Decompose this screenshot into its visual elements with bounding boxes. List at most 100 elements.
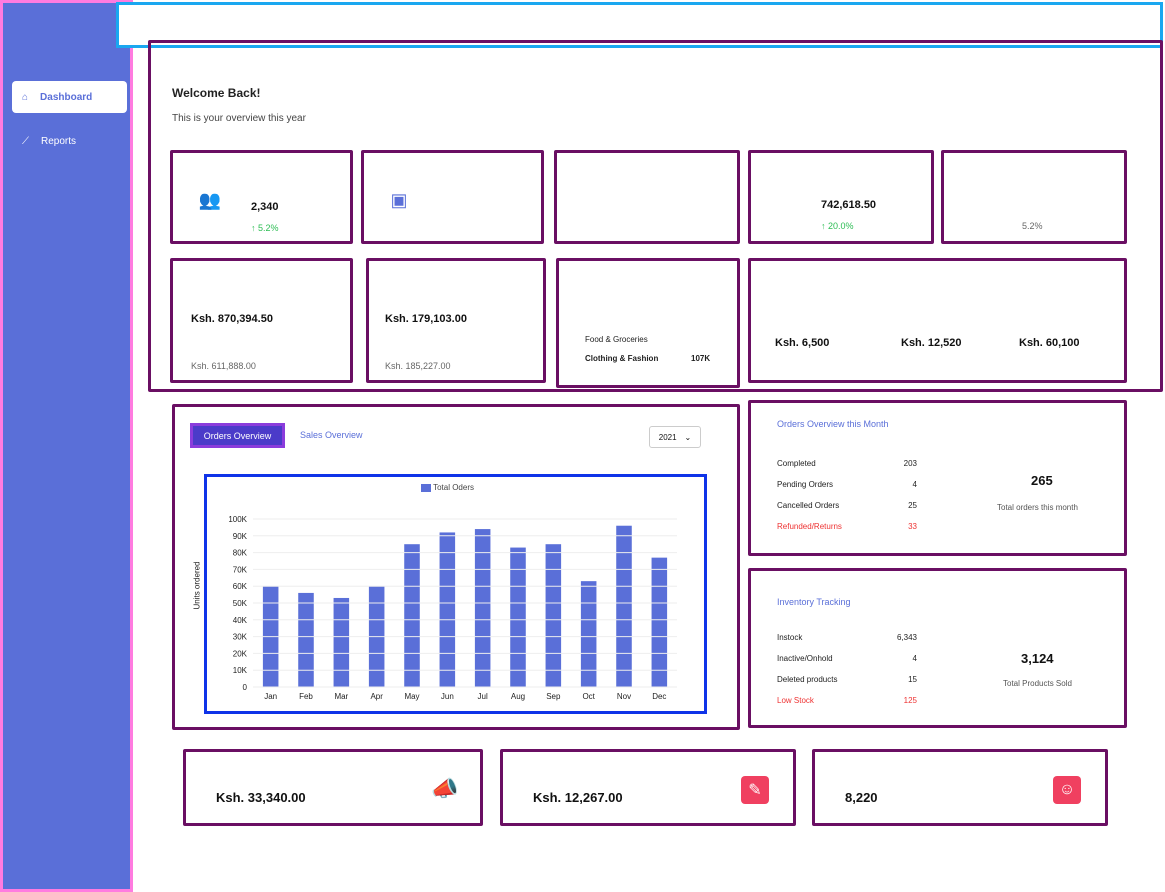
- page-title: Welcome Back!: [172, 86, 261, 100]
- bar-group: [262, 525, 668, 687]
- year-value: 2021: [658, 432, 677, 442]
- bar-feb[interactable]: [298, 592, 314, 687]
- inventory-total-value: 3,124: [1021, 651, 1054, 666]
- row-label: Deleted products: [777, 675, 838, 684]
- chevron-down-icon: ⌄: [684, 432, 692, 442]
- summary-card-5[interactable]: 5.2%: [941, 150, 1127, 244]
- bar-aug[interactable]: [510, 547, 526, 687]
- x-tick-label: Jun: [441, 692, 454, 701]
- footer-card-2[interactable]: Ksh. 12,267.00 ✎: [500, 749, 796, 826]
- orders-chart: 0 10K 20K 30K 40K 50K 60K 70K 80K 90K 100K Jan Feb Ma…: [193, 474, 707, 714]
- calendar-icon: ▣: [390, 189, 408, 210]
- tab-sales-overview[interactable]: Sales Overview: [300, 430, 363, 440]
- summary-value: 2,340: [251, 201, 279, 213]
- y-tick-label: 30K: [233, 633, 248, 642]
- bar-dec[interactable]: [651, 557, 668, 687]
- summary-card-4[interactable]: 742,618.50 ↑ 20.0%: [748, 150, 934, 244]
- kpi-value: Ksh. 870,394.50: [191, 313, 273, 325]
- bar-jun[interactable]: [439, 532, 456, 687]
- row-value: 4: [912, 480, 917, 489]
- orders-total-value: 265: [1031, 473, 1053, 488]
- x-tick-label: Mar: [334, 692, 348, 701]
- row-label: Refunded/Returns: [777, 522, 842, 531]
- y-tick-label: 100K: [228, 515, 247, 524]
- category-card[interactable]: Food & Groceries Clothing & Fashion 107K: [556, 258, 740, 388]
- sidebar-item-reports[interactable]: ⟋ Reports: [12, 125, 127, 157]
- chart-legend: Total Oders: [421, 483, 474, 492]
- row-label: Instock: [777, 633, 803, 642]
- row-label: Cancelled Orders: [777, 501, 840, 510]
- page-subtitle: This is your overview this year: [172, 113, 306, 124]
- y-tick-label: 80K: [233, 549, 248, 558]
- category-label: Clothing & Fashion: [585, 354, 659, 363]
- orders-month-list: Completed 203 Pending Orders 4 Cancelled O…: [777, 453, 917, 537]
- y-tick-label: 40K: [233, 616, 248, 625]
- price-value-2: Ksh. 12,520: [901, 337, 962, 349]
- row-label: Completed: [777, 459, 816, 468]
- kpi-card-2[interactable]: Ksh. 179,103.00 Ksh. 185,227.00: [366, 258, 546, 383]
- home-icon: ⌂: [22, 91, 29, 103]
- footer-card-1[interactable]: Ksh. 33,340.00 📣: [183, 749, 483, 826]
- bar-nov[interactable]: [616, 525, 632, 687]
- kpi-subvalue: Ksh. 185,227.00: [385, 361, 451, 371]
- legend-swatch: [421, 483, 431, 492]
- summary-card-2[interactable]: ▣: [361, 150, 544, 244]
- row-value: 33: [908, 522, 917, 531]
- bar-sep[interactable]: [545, 544, 562, 687]
- footer-value: Ksh. 12,267.00: [533, 790, 623, 805]
- users-icon: 👥: [198, 189, 222, 210]
- inventory-title: Inventory Tracking: [777, 597, 851, 607]
- category-value: 107K: [691, 354, 711, 363]
- x-tick-label: Nov: [617, 692, 631, 701]
- legend-label: Total Oders: [433, 483, 474, 492]
- tab-orders-overview[interactable]: Orders Overview: [190, 423, 285, 448]
- y-tick-label: 70K: [233, 565, 248, 574]
- footer-value: 8,220: [845, 790, 878, 805]
- price-card[interactable]: Ksh. 6,500 Ksh. 12,520 Ksh. 60,100: [748, 258, 1127, 383]
- x-tick-label: Jan: [264, 692, 277, 701]
- summary-growth: ↑ 20.0%: [821, 221, 854, 231]
- document-icon: ✎: [741, 776, 769, 804]
- price-value-1: Ksh. 6,500: [775, 337, 830, 349]
- summary-card-1[interactable]: 👥 2,340 ↑ 5.2%: [170, 150, 353, 244]
- category-label: Food & Groceries: [585, 335, 648, 344]
- x-tick-label: Dec: [652, 692, 666, 701]
- sidebar-item-label: Reports: [41, 135, 77, 147]
- sidebar-item-dashboard[interactable]: ⌂ Dashboard: [12, 81, 127, 113]
- y-tick-label: 20K: [233, 649, 248, 658]
- row-value: 4: [912, 654, 917, 663]
- y-tick-label: 50K: [233, 599, 248, 608]
- row-value: 203: [903, 459, 917, 468]
- row-value: 15: [908, 675, 917, 684]
- bar-mar[interactable]: [333, 597, 350, 687]
- row-value: 125: [903, 696, 917, 705]
- x-tick-label: May: [404, 692, 419, 701]
- y-tick-label: 90K: [233, 532, 248, 541]
- year-select[interactable]: 2021 ⌄: [649, 426, 701, 448]
- x-tick-label: Oct: [582, 692, 595, 701]
- footer-card-3[interactable]: 8,220 ☺: [812, 749, 1108, 826]
- summary-value: 742,618.50: [821, 199, 877, 211]
- kpi-value: Ksh. 179,103.00: [385, 313, 467, 325]
- row-label: Inactive/Onhold: [777, 654, 833, 663]
- kpi-card-1[interactable]: Ksh. 870,394.50 Ksh. 611,888.00: [170, 258, 353, 383]
- summary-card-3[interactable]: [554, 150, 740, 244]
- row-value: 25: [908, 501, 917, 510]
- bar-oct[interactable]: [580, 581, 597, 687]
- y-axis-label: Units ordered: [192, 561, 202, 610]
- inventory-list: Instock 6,343 Inactive/Onhold 4 Deleted pr…: [777, 627, 917, 711]
- category-row-1: Food & Groceries: [585, 335, 648, 344]
- x-tick-label: Feb: [299, 692, 313, 701]
- category-row-2: Clothing & Fashion: [585, 354, 658, 363]
- orders-month-card: Orders Overview this Month Completed 203 …: [748, 400, 1127, 556]
- summary-growth: ↑ 5.2%: [251, 223, 279, 233]
- row-value: 6,343: [896, 633, 917, 642]
- sidebar-item-label: Dashboard: [40, 91, 93, 103]
- activity-icon: ⟋: [22, 135, 29, 147]
- sidebar: ⌂ Dashboard ⟋ Reports: [0, 0, 133, 892]
- bar-may[interactable]: [404, 544, 420, 687]
- inventory-card: Inventory Tracking Instock 6,343 Inactive…: [748, 568, 1127, 728]
- x-tick-label: Sep: [546, 692, 561, 701]
- price-value-3: Ksh. 60,100: [1019, 337, 1080, 349]
- megaphone-icon: 📣: [431, 776, 459, 801]
